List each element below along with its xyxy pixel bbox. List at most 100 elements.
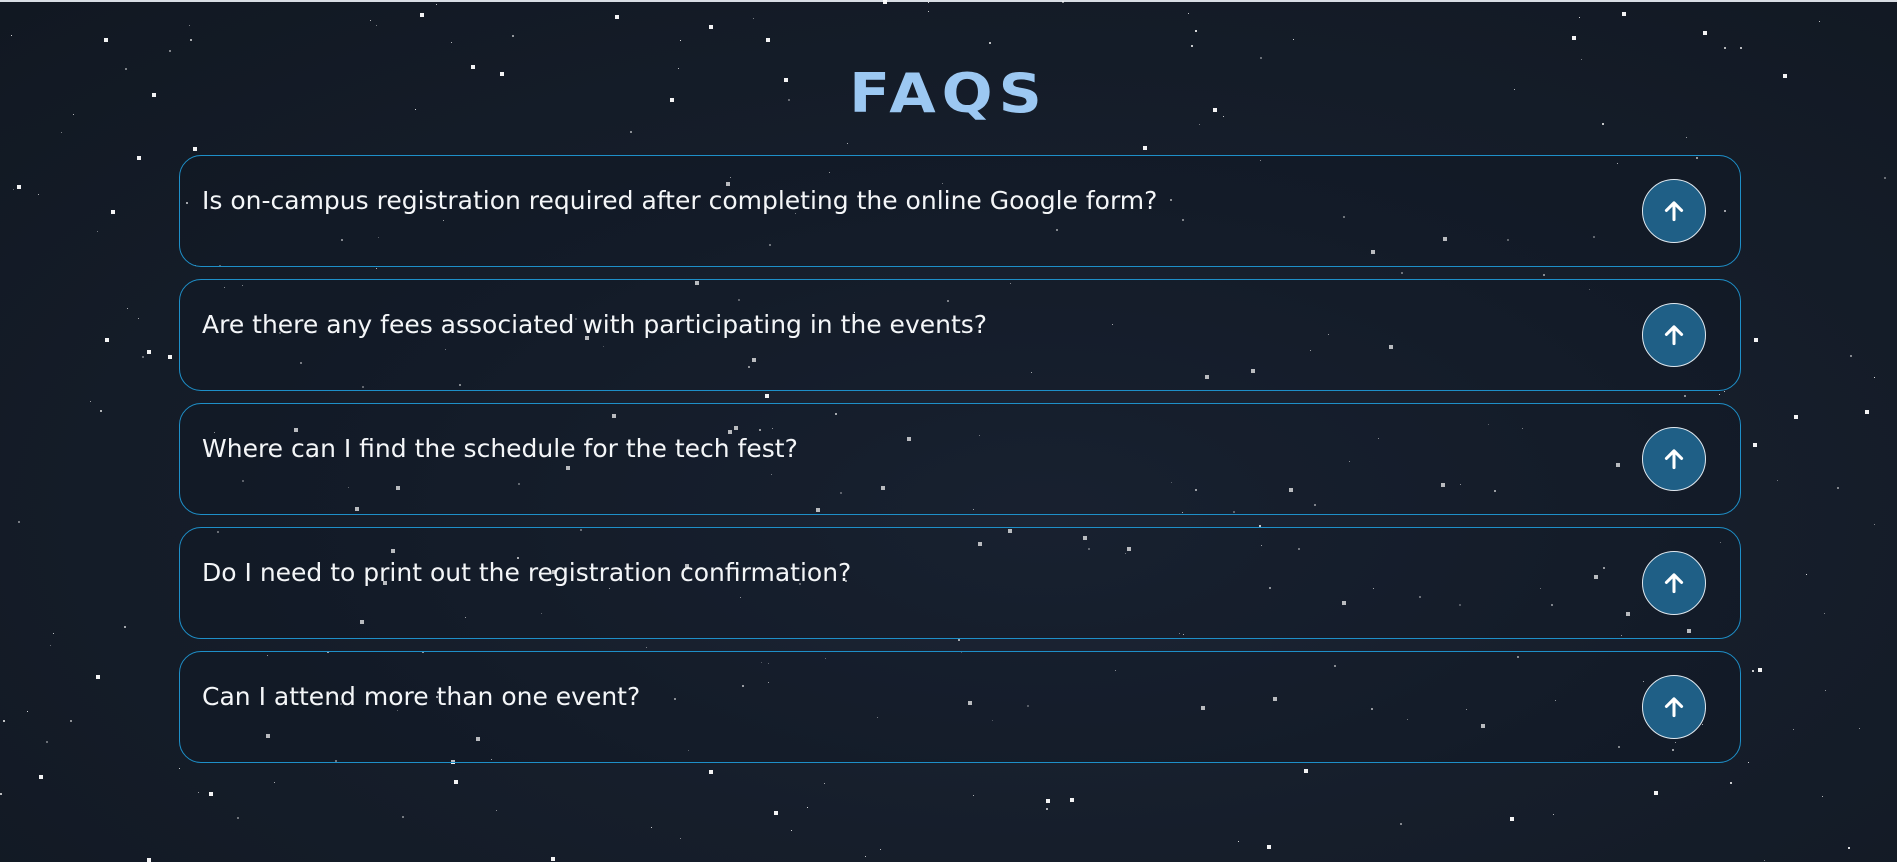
faq-toggle-button[interactable] xyxy=(1642,427,1706,491)
top-border-line xyxy=(0,0,1897,2)
faq-item[interactable]: Where can I find the schedule for the te… xyxy=(179,403,1741,515)
star xyxy=(1293,39,1294,40)
star xyxy=(50,645,51,646)
star xyxy=(127,308,128,309)
star xyxy=(147,350,151,354)
star xyxy=(147,858,151,862)
star xyxy=(420,13,424,17)
arrow-up-icon xyxy=(1664,697,1684,718)
star xyxy=(680,838,681,839)
star xyxy=(1686,137,1687,138)
faq-item[interactable]: Do I need to print out the registration … xyxy=(179,527,1741,639)
star xyxy=(1793,729,1794,730)
star xyxy=(1572,36,1576,40)
arrow-up-icon xyxy=(1664,449,1684,470)
star xyxy=(824,783,825,784)
star xyxy=(142,356,144,358)
star xyxy=(1730,782,1732,784)
star xyxy=(709,25,713,29)
faq-item[interactable]: Can I attend more than one event? xyxy=(179,651,1741,763)
star xyxy=(1859,728,1860,729)
star xyxy=(774,811,778,815)
star xyxy=(454,780,458,784)
star xyxy=(1724,47,1726,49)
star xyxy=(1400,823,1402,825)
page-title: FAQS xyxy=(849,62,1048,126)
star xyxy=(402,816,404,818)
star xyxy=(651,827,652,828)
star xyxy=(865,856,866,857)
star xyxy=(46,741,48,743)
star xyxy=(1884,177,1886,179)
star xyxy=(1143,146,1147,150)
star xyxy=(13,189,14,190)
star xyxy=(1848,847,1850,849)
faq-toggle-button[interactable] xyxy=(1642,675,1706,739)
star xyxy=(61,132,62,133)
faq-toggle-button[interactable] xyxy=(1642,179,1706,243)
star xyxy=(551,857,555,861)
star xyxy=(1195,30,1197,32)
star xyxy=(1579,17,1580,18)
star xyxy=(169,50,171,52)
star xyxy=(39,775,43,779)
star xyxy=(630,131,632,133)
faq-question: Do I need to print out the registration … xyxy=(202,558,852,587)
star xyxy=(973,795,974,796)
star xyxy=(436,4,437,5)
faq-question: Can I attend more than one event? xyxy=(202,682,641,711)
star xyxy=(1754,338,1758,342)
faq-toggle-button[interactable] xyxy=(1642,551,1706,615)
star xyxy=(1191,45,1193,47)
star xyxy=(928,2,929,3)
arrow-up-icon xyxy=(1664,573,1684,594)
star xyxy=(989,42,991,44)
star xyxy=(38,194,39,195)
star xyxy=(111,210,115,214)
star xyxy=(1260,57,1262,59)
star xyxy=(1837,487,1839,489)
star xyxy=(1188,13,1189,14)
star xyxy=(1238,841,1239,842)
faq-toggle-button[interactable] xyxy=(1642,303,1706,367)
arrow-up-icon xyxy=(1664,201,1684,222)
faq-item[interactable]: Is on-campus registration required after… xyxy=(179,155,1741,267)
star xyxy=(17,185,21,189)
star xyxy=(1622,12,1626,16)
star xyxy=(104,38,108,42)
star xyxy=(90,401,91,402)
star xyxy=(1654,791,1658,795)
star xyxy=(198,792,199,793)
star xyxy=(1874,377,1875,378)
star xyxy=(1819,21,1820,22)
star xyxy=(451,42,452,43)
star xyxy=(1553,814,1554,815)
faq-item[interactable]: Are there any fees associated with parti… xyxy=(179,279,1741,391)
star xyxy=(209,792,213,796)
star xyxy=(1267,845,1271,849)
star xyxy=(1822,796,1823,797)
star xyxy=(1046,808,1048,810)
star xyxy=(1865,410,1869,414)
star xyxy=(189,25,190,26)
star xyxy=(193,147,197,151)
star xyxy=(18,521,20,523)
star xyxy=(1752,670,1754,672)
star xyxy=(753,18,754,19)
star xyxy=(1070,798,1074,802)
arrow-up-icon xyxy=(1664,325,1684,346)
star xyxy=(1758,668,1762,672)
star xyxy=(807,807,808,808)
faq-question: Are there any fees associated with parti… xyxy=(202,310,988,339)
star xyxy=(1764,860,1765,861)
star xyxy=(53,633,54,634)
star xyxy=(190,39,192,41)
faq-question: Where can I find the schedule for the te… xyxy=(202,434,798,463)
star xyxy=(370,20,371,21)
star xyxy=(274,782,275,783)
star xyxy=(847,143,848,144)
star xyxy=(3,720,5,722)
star xyxy=(1510,817,1514,821)
star xyxy=(376,25,377,26)
star xyxy=(237,817,239,819)
